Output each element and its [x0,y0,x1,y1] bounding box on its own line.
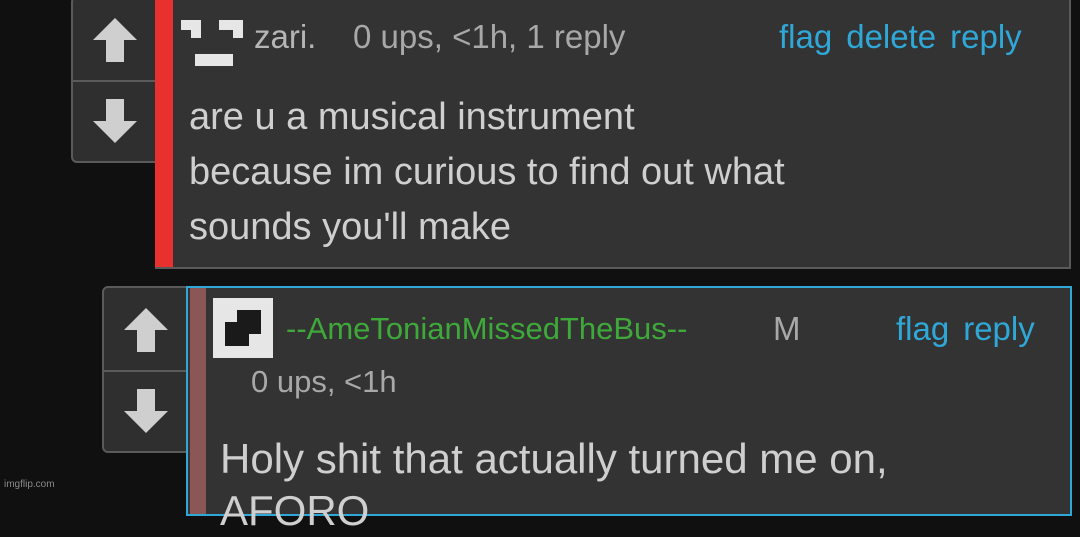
comment-1-username[interactable]: zari. [254,18,316,56]
flag-link[interactable]: flag [896,310,949,348]
comment-1-actions: flag delete reply [779,18,1022,56]
comment-2-actions: flag reply [896,310,1035,348]
comment-1-body: are u a musical instrument because im cu… [189,90,1049,255]
comment-2-body: Holy shit that actually turned me on, AF… [220,433,1060,537]
upvote-arrow-icon [93,18,137,62]
comment-2-line: Holy shit that actually turned me on, [220,435,888,482]
comment-1-stripe [155,0,173,267]
user-avatar-icon [181,20,243,66]
moderator-badge: M [773,310,801,347]
downvote-button-1[interactable] [73,82,157,161]
flag-link[interactable]: flag [779,18,832,56]
upvote-button-1[interactable] [73,0,157,80]
reply-link[interactable]: reply [950,18,1022,56]
comment-1-line: because im curious to find out what [189,151,785,193]
downvote-arrow-icon [124,388,168,433]
comment-2-meta: 0 ups, <1h [251,364,397,399]
downvote-arrow-icon [93,98,137,143]
vote-column-1 [71,0,159,163]
vote-column-2 [102,286,190,453]
comment-2-username[interactable]: --AmeTonianMissedTheBus-- [286,311,687,347]
downvote-button-2[interactable] [104,372,188,451]
upvote-button-2[interactable] [104,288,188,370]
comment-1-line: are u a musical instrument [189,96,635,138]
comment-2-line: AFORO [220,487,370,534]
watermark: imgflip.com [4,479,55,490]
comment-1-line: sounds you'll make [189,206,511,248]
delete-link[interactable]: delete [846,18,936,56]
upvote-arrow-icon [124,308,168,352]
user-avatar-icon [213,298,273,358]
reply-link[interactable]: reply [963,310,1035,348]
comment-1-meta: 0 ups, <1h, 1 reply [353,18,626,55]
comment-2-stripe [190,288,206,514]
